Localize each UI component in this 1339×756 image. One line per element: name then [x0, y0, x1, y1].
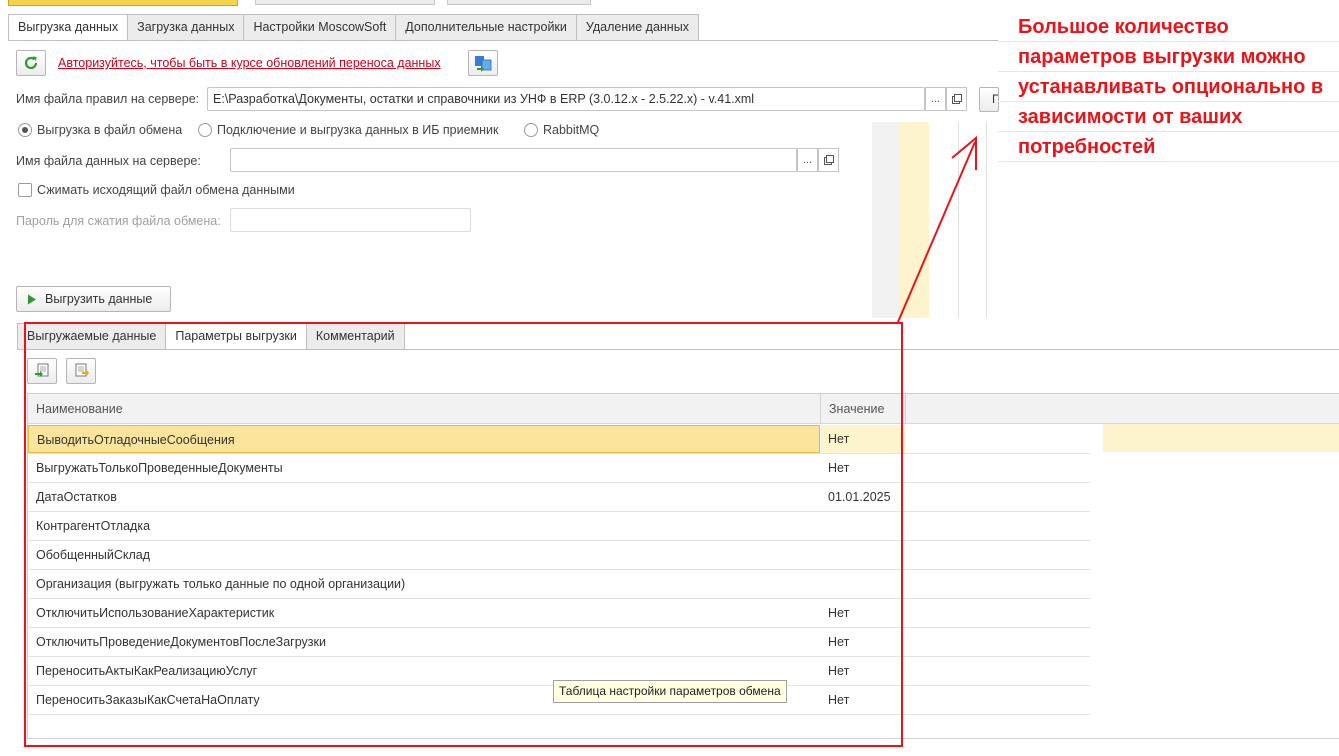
annotation-line: потребностей [1018, 136, 1156, 158]
export-data-button[interactable]: Выгрузить данные [16, 286, 171, 312]
annotation-highlight-box [24, 322, 903, 747]
rules-extra-button[interactable]: П [979, 87, 999, 112]
data-file-input[interactable] [230, 148, 797, 172]
annotation-line: зависимости от ваших [1018, 106, 1243, 128]
mode-radio-ib[interactable]: Подключение и выгрузка данных в ИБ прием… [198, 123, 498, 137]
annotation-rule [998, 41, 1339, 42]
auth-link[interactable]: Авторизуйтесь, чтобы быть в курсе обновл… [58, 56, 441, 70]
annotation-text: Большое количество параметров выгрузки м… [1018, 12, 1338, 162]
transfer-icon [475, 56, 492, 72]
annotation-line: устанавливать опционально в [1018, 76, 1324, 98]
tab-divider [8, 40, 998, 41]
tab-additional-settings[interactable]: Дополнительные настройки [396, 14, 577, 41]
mode-radio-ib-label: Подключение и выгрузка данных в ИБ прием… [217, 123, 499, 137]
annotation-line: Большое количество [1018, 16, 1229, 38]
refresh-icon [24, 56, 38, 70]
password-input[interactable] [230, 208, 471, 232]
data-file-label: Имя файла данных на сервере: [16, 154, 201, 168]
radio-indicator[interactable] [198, 123, 212, 137]
rules-file-open-button[interactable] [946, 87, 967, 111]
mode-radio-file[interactable]: Выгрузка в файл обмена [18, 123, 182, 137]
mode-radio-file-label: Выгрузка в файл обмена [37, 123, 183, 137]
main-tabbar: Выгрузка данных Загрузка данных Настройк… [8, 14, 699, 41]
tab-moscowsoft-settings[interactable]: Настройки MoscowSoft [244, 14, 397, 41]
rules-file-browse-button[interactable]: ... [925, 87, 946, 111]
rules-file-label: Имя файла правил на сервере: [16, 92, 200, 106]
radio-indicator[interactable] [524, 123, 538, 137]
compress-checkbox[interactable]: Сжимать исходящий файл обмена данными [18, 183, 295, 197]
refresh-button[interactable] [16, 50, 46, 76]
annotation-rule [998, 71, 1339, 72]
tab-delete-data[interactable]: Удаление данных [576, 14, 699, 41]
open-window-icon [951, 94, 962, 104]
annotation-rule [998, 131, 1339, 132]
annotation-line: параметров выгрузки можно [1018, 46, 1306, 68]
open-window-icon [823, 155, 834, 165]
annotation-rule [998, 161, 1339, 162]
top-toolbar-button-2[interactable] [255, 0, 435, 5]
rules-file-input[interactable]: E:\Разработка\Документы, остатки и справ… [207, 87, 925, 111]
top-toolbar-button[interactable] [8, 0, 238, 6]
tab-export[interactable]: Выгрузка данных [8, 14, 129, 41]
data-file-open-button[interactable] [818, 148, 839, 172]
column-separator [905, 394, 906, 424]
tab-import[interactable]: Загрузка данных [128, 14, 245, 41]
checkbox-indicator[interactable] [18, 183, 32, 197]
data-file-browse-button[interactable]: ... [797, 148, 818, 172]
mode-radio-rabbitmq[interactable]: RabbitMQ [524, 123, 599, 137]
annotation-rule [998, 101, 1339, 102]
export-data-button-label: Выгрузить данные [45, 292, 153, 306]
compress-checkbox-label: Сжимать исходящий файл обмена данными [37, 183, 295, 197]
play-icon [28, 294, 36, 304]
annotation-arrow [897, 135, 977, 323]
mode-radio-rabbitmq-label: RabbitMQ [543, 123, 600, 137]
radio-indicator[interactable] [18, 123, 32, 137]
top-toolbar-button-3[interactable] [447, 0, 591, 5]
transfer-button[interactable] [468, 50, 498, 76]
password-label: Пароль для сжатия файла обмена: [16, 214, 221, 228]
